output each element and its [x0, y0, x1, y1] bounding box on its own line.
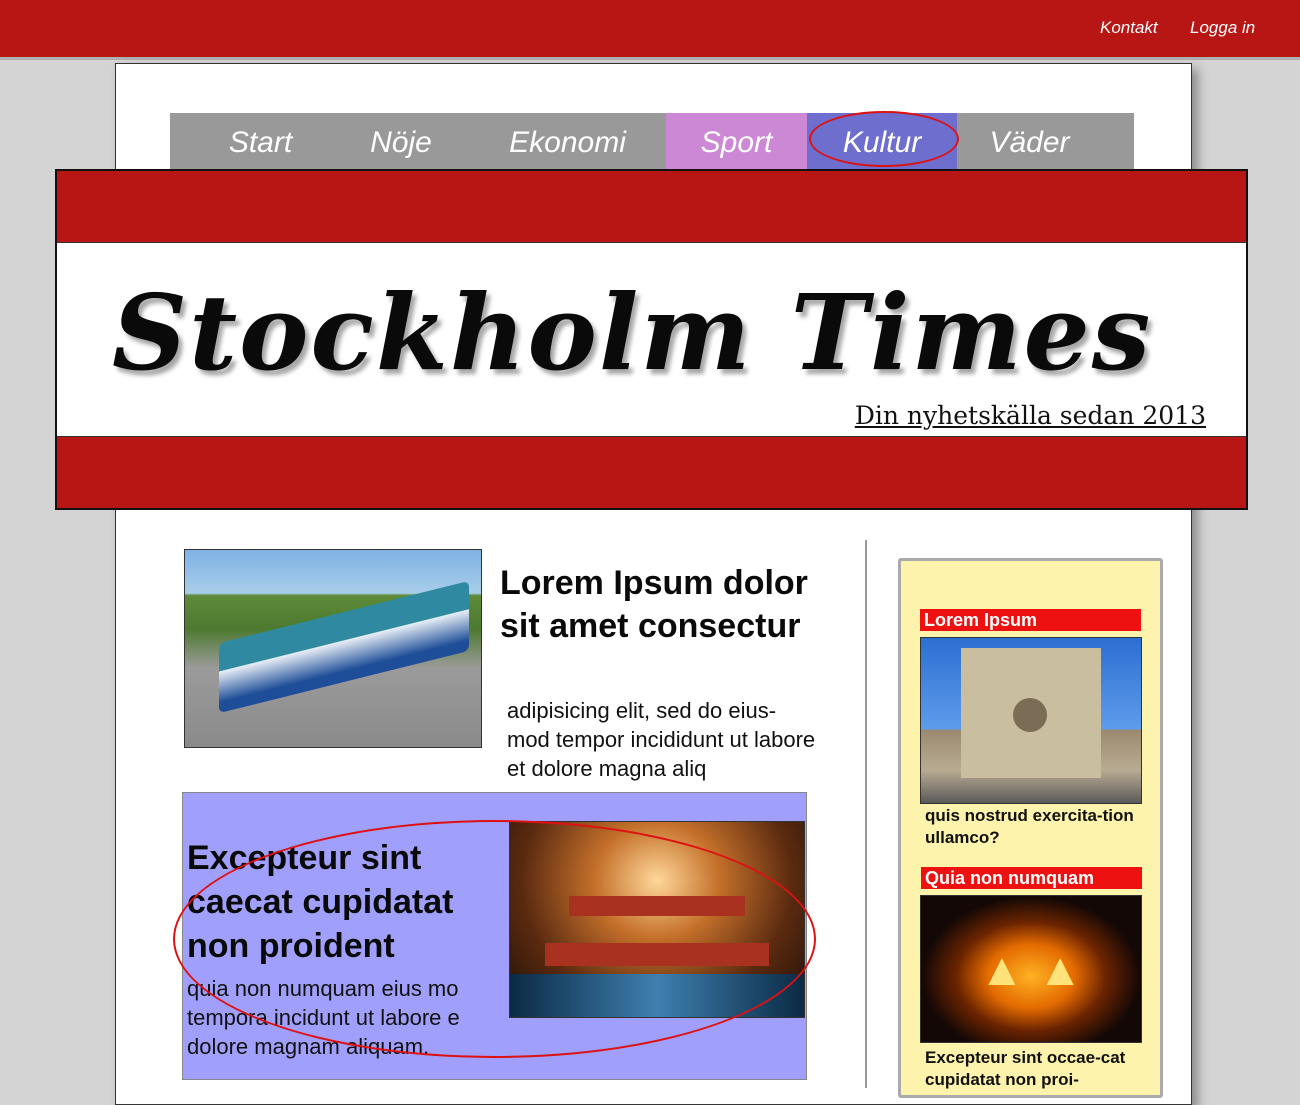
- theatre-photo[interactable]: [509, 821, 805, 1018]
- site-logo[interactable]: Stockholm Times: [112, 271, 1152, 394]
- notre-dame-photo[interactable]: [920, 637, 1142, 804]
- sidebar-item-text[interactable]: quis nostrud exercita-tion ullamco?: [925, 805, 1135, 849]
- tram-shape: [219, 580, 469, 714]
- article2-title[interactable]: Excepteur sint caecat cupidatat non proi…: [187, 836, 497, 968]
- masthead: Stockholm Times Din nyhetskälla sedan 20…: [55, 169, 1248, 510]
- nav-item-start[interactable]: Start: [188, 113, 333, 169]
- theatre-floor-seats: [545, 942, 769, 967]
- nav-item-kultur[interactable]: Kultur: [807, 113, 957, 169]
- nav-item-vader[interactable]: Väder: [957, 113, 1102, 169]
- theatre-balcony-seats: [568, 896, 746, 916]
- top-bar: Kontakt Logga in: [0, 0, 1300, 60]
- masthead-top-band: [57, 171, 1246, 243]
- article2-body: quia non numquam eius mo tempora incidun…: [187, 976, 460, 1059]
- nav-item-noje[interactable]: Nöje: [333, 113, 469, 169]
- contact-link[interactable]: Kontakt: [1100, 18, 1158, 38]
- masthead-bottom-band: [57, 436, 1246, 508]
- theatre-stage: [510, 974, 804, 1017]
- article1-title[interactable]: Lorem Ipsum dolor sit amet consectur: [500, 562, 820, 648]
- site-tagline: Din nyhetskälla sedan 2013: [854, 401, 1206, 430]
- jack-o-lantern-icon: ▲ ▲: [979, 943, 1083, 995]
- tram-photo[interactable]: [184, 549, 482, 748]
- login-link[interactable]: Logga in: [1190, 18, 1255, 38]
- sidebar-item-label[interactable]: Quia non numquam: [921, 867, 1142, 889]
- pumpkin-photo[interactable]: ▲ ▲: [920, 895, 1142, 1043]
- column-divider: [865, 540, 867, 1088]
- main-nav: Start Nöje Ekonomi Sport Kultur Väder: [170, 113, 1134, 169]
- sidebar-item-label[interactable]: Lorem Ipsum: [920, 609, 1141, 631]
- rose-window: [1013, 698, 1047, 732]
- nav-item-ekonomi[interactable]: Ekonomi: [469, 113, 666, 169]
- sidebar-item-text[interactable]: Excepteur sint occae-cat cupidatat non p…: [925, 1047, 1135, 1091]
- nav-item-sport[interactable]: Sport: [666, 113, 807, 169]
- article1-body: adipisicing elit, sed do eius-mod tempor…: [507, 698, 816, 781]
